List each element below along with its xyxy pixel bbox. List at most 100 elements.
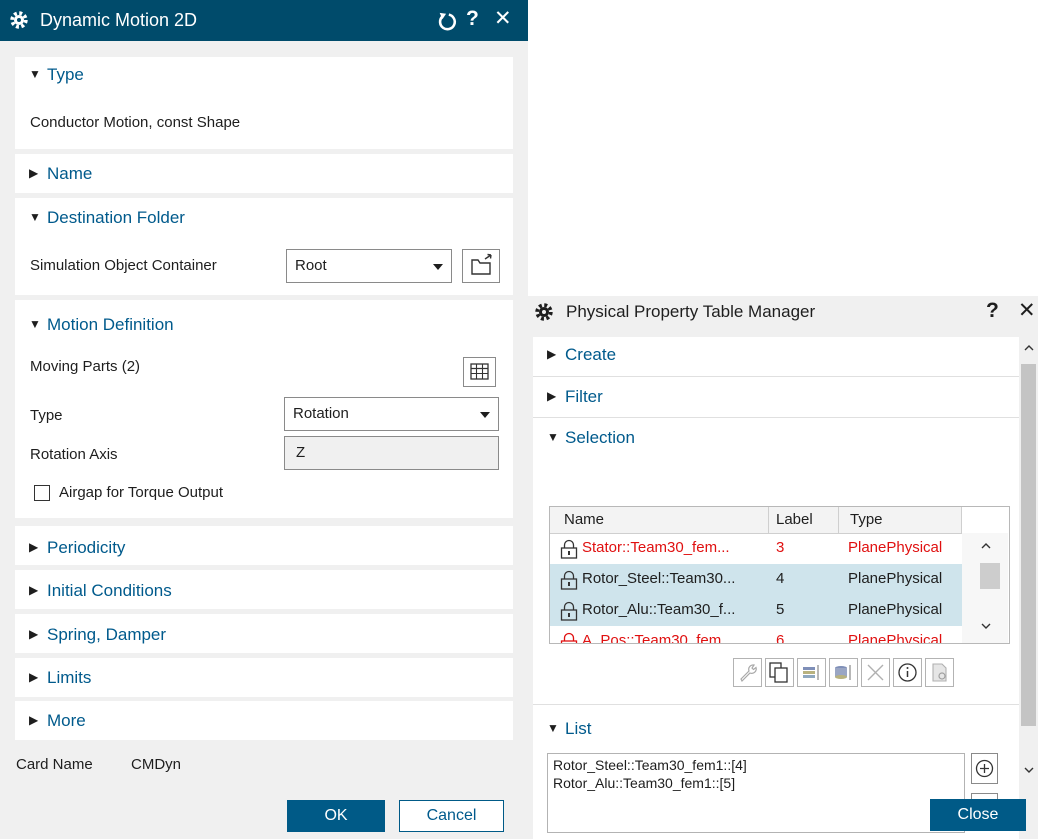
selection-header[interactable]: ▼ Selection: [547, 428, 635, 448]
create-header[interactable]: ▶ Create: [547, 345, 616, 365]
selection-table[interactable]: Name Label Type Stator::Team30_fem... 3 …: [549, 506, 1010, 644]
row-label: 5: [776, 601, 785, 618]
expanded-arrow-icon: ▼: [547, 430, 559, 444]
motion-definition-header[interactable]: ▼ Motion Definition: [29, 315, 174, 335]
collapsed-arrow-icon: ▶: [29, 627, 39, 641]
list-item[interactable]: Rotor_Steel::Team30_fem1::[4]: [553, 757, 747, 773]
add-item-button[interactable]: [971, 753, 998, 784]
motion-type-select[interactable]: Rotation: [284, 397, 499, 431]
lock-icon: [560, 601, 578, 621]
column-header-type[interactable]: Type: [850, 511, 883, 528]
row-name: Rotor_Alu::Team30_f...: [582, 601, 736, 618]
filter-section: ▶ Filter: [533, 377, 1019, 418]
spring-damper-section: ▶ Spring, Damper: [15, 614, 513, 653]
list-item[interactable]: Rotor_Alu::Team30_fem1::[5]: [553, 775, 735, 791]
chevron-down-icon: [433, 264, 443, 270]
table-row[interactable]: Rotor_Alu::Team30_f... 5 PlanePhysical: [550, 595, 962, 626]
scroll-up-icon[interactable]: [980, 541, 992, 551]
collapsed-arrow-icon: ▶: [29, 540, 39, 554]
reset-icon[interactable]: [436, 11, 458, 33]
destination-folder-header[interactable]: ▼ Destination Folder: [29, 208, 185, 228]
dynamic-motion-dialog: Dynamic Motion 2D ? ✕ ▼ Type Conductor Mo…: [0, 0, 528, 839]
ok-button[interactable]: OK: [287, 800, 385, 832]
info-icon: [898, 663, 917, 682]
initial-conditions-header[interactable]: ▶ Initial Conditions: [29, 581, 172, 601]
card-name-label: Card Name: [16, 756, 93, 773]
row-name: A_Pos::Team30_fem...: [582, 632, 734, 644]
collapsed-arrow-icon: ▶: [29, 713, 39, 727]
type-section-header[interactable]: ▼ Type: [29, 65, 84, 85]
dialog-titlebar: Physical Property Table Manager ? ✕: [528, 296, 1038, 328]
moving-parts-table-button[interactable]: [463, 357, 496, 387]
filter-header[interactable]: ▶ Filter: [547, 387, 603, 407]
table-row[interactable]: Stator::Team30_fem... 3 PlanePhysical: [550, 533, 962, 564]
container-select[interactable]: Root: [286, 249, 452, 283]
help-icon[interactable]: ?: [986, 298, 999, 324]
help-icon[interactable]: ?: [466, 6, 479, 32]
rotation-axis-label: Rotation Axis: [30, 446, 118, 463]
name-section-header[interactable]: ▶ Name: [29, 164, 92, 184]
initial-conditions-section: ▶ Initial Conditions: [15, 570, 513, 609]
cancel-button[interactable]: Cancel: [399, 800, 504, 832]
airgap-checkbox[interactable]: [34, 485, 50, 501]
row-type: PlanePhysical: [848, 632, 943, 644]
row-name: Stator::Team30_fem...: [582, 539, 730, 556]
periodicity-header[interactable]: ▶ Periodicity: [29, 538, 125, 558]
close-button[interactable]: Close: [930, 799, 1026, 831]
moving-parts-label: Moving Parts (2): [30, 358, 141, 375]
close-icon[interactable]: ✕: [1018, 298, 1036, 324]
lock-icon: [560, 539, 578, 559]
chevron-down-icon: [480, 412, 490, 418]
motion-type-label: Type: [30, 407, 63, 424]
limits-header[interactable]: ▶ Limits: [29, 668, 91, 688]
rotation-axis-field[interactable]: Z: [284, 436, 499, 470]
limits-section: ▶ Limits: [15, 658, 513, 697]
table-row[interactable]: Rotor_Steel::Team30... 4 PlanePhysical: [550, 564, 962, 595]
more-header[interactable]: ▶ More: [29, 711, 86, 731]
info-button[interactable]: [893, 658, 922, 687]
motion-type-value: Conductor Motion, const Shape: [30, 114, 241, 131]
column-header-label[interactable]: Label: [776, 511, 813, 528]
type-section: ▼ Type Conductor Motion, const Shape: [15, 57, 513, 149]
gear-icon: [535, 303, 553, 321]
expanded-arrow-icon: ▼: [29, 317, 41, 331]
copy-button[interactable]: [765, 658, 794, 687]
preview-button[interactable]: [925, 658, 954, 687]
delete-button[interactable]: [861, 658, 890, 687]
row-type: PlanePhysical: [848, 539, 943, 556]
expanded-arrow-icon: ▼: [547, 721, 559, 735]
import-table-icon: [835, 665, 851, 680]
row-type: PlanePhysical: [848, 601, 943, 618]
physical-property-dialog: Physical Property Table Manager ? ✕ ▶ Cre…: [528, 296, 1038, 839]
table-scroll-thumb[interactable]: [980, 563, 1000, 589]
edit-table-button[interactable]: [797, 658, 826, 687]
list-box[interactable]: Rotor_Steel::Team30_fem1::[4] Rotor_Alu:…: [547, 753, 965, 833]
copy-icon: [769, 662, 788, 683]
table-header: Name Label Type: [550, 507, 962, 534]
dialog-titlebar: Dynamic Motion 2D ? ✕: [0, 0, 528, 41]
expanded-arrow-icon: ▼: [29, 210, 41, 224]
new-folder-icon: [471, 253, 492, 275]
import-table-button[interactable]: [829, 658, 858, 687]
row-type: PlanePhysical: [848, 570, 943, 587]
lock-icon: [560, 570, 578, 590]
dialog-scroll-thumb[interactable]: [1021, 364, 1036, 726]
dialog-title: Dynamic Motion 2D: [40, 10, 198, 30]
list-header[interactable]: ▼ List: [547, 719, 591, 739]
row-name: Rotor_Steel::Team30...: [582, 570, 736, 587]
scroll-down-icon[interactable]: [1023, 765, 1035, 775]
dialog-title: Physical Property Table Manager: [566, 302, 816, 321]
collapsed-arrow-icon: ▶: [547, 389, 557, 403]
column-header-name[interactable]: Name: [564, 511, 604, 528]
scroll-down-icon[interactable]: [980, 621, 992, 631]
spring-damper-header[interactable]: ▶ Spring, Damper: [29, 625, 166, 645]
scroll-up-icon[interactable]: [1023, 343, 1035, 353]
properties-button[interactable]: [733, 658, 762, 687]
motion-definition-section: ▼ Motion Definition Moving Parts (2) Type…: [15, 300, 513, 518]
table-row[interactable]: A_Pos::Team30_fem... 6 PlanePhysical: [550, 626, 962, 644]
new-folder-button[interactable]: [462, 249, 500, 283]
table-scrollbar[interactable]: [962, 533, 1008, 643]
close-icon[interactable]: ✕: [494, 6, 512, 32]
dialog-scrollbar[interactable]: [1019, 337, 1038, 797]
edit-table-icon: [803, 665, 819, 680]
